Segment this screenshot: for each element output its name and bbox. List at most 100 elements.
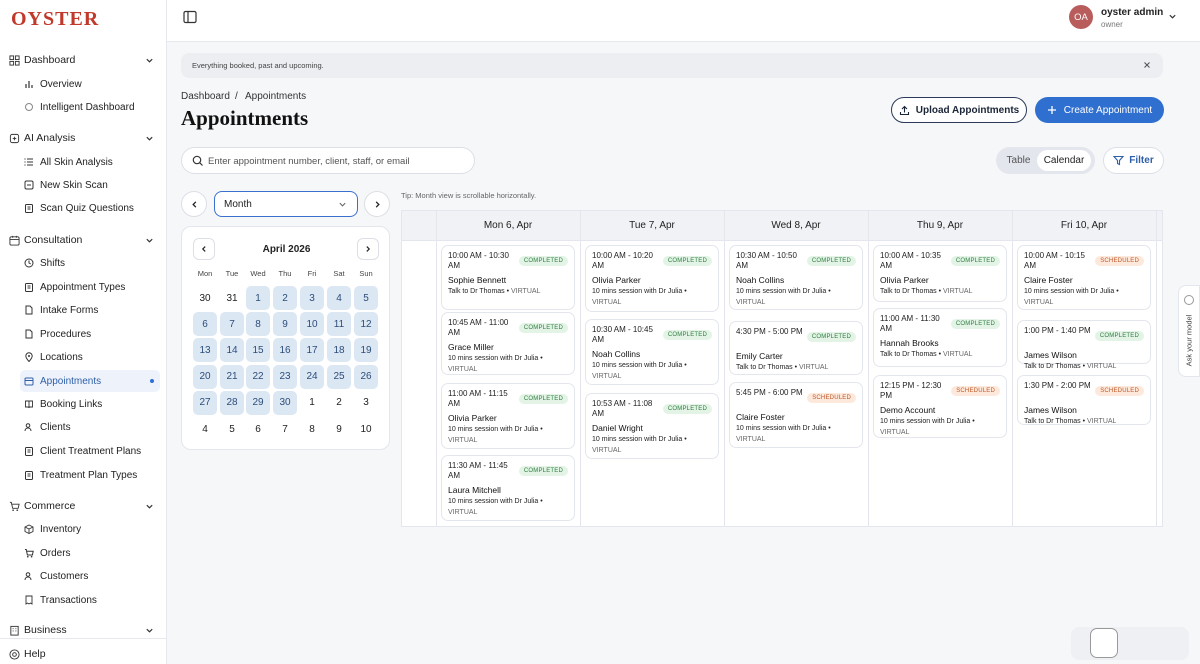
calendar-day[interactable]: 2 — [273, 286, 297, 310]
close-icon[interactable] — [1143, 61, 1151, 69]
calendar-day[interactable]: 7 — [273, 417, 297, 441]
calendar-day[interactable]: 26 — [354, 364, 378, 389]
sidebar-item-client-treatment-plans[interactable]: Client Treatment Plans — [20, 440, 160, 462]
next-range-button[interactable] — [364, 191, 390, 217]
calendar-day[interactable]: 1 — [300, 391, 324, 415]
breadcrumb-dashboard[interactable]: Dashboard — [181, 91, 230, 102]
calendar-day[interactable]: 1 — [246, 286, 270, 310]
appointment-card[interactable]: 11:00 AM - 11:30 AM COMPLETED Hannah Brook… — [873, 308, 1007, 367]
sidebar-item-inventory[interactable]: Inventory — [20, 518, 160, 540]
sidebar-item-new-skin-scan[interactable]: New Skin Scan — [20, 174, 160, 196]
search-input[interactable] — [208, 153, 468, 169]
calendar-day[interactable]: 19 — [354, 338, 378, 363]
sidebar-item-overview[interactable]: Overview — [20, 73, 160, 95]
appointment-card[interactable]: 10:30 AM - 10:50 AM COMPLETED Noah Collins… — [729, 245, 863, 310]
calendar-day[interactable]: 14 — [220, 338, 244, 363]
calendar-day[interactable]: 18 — [327, 338, 351, 363]
ask-your-model-tab[interactable]: Ask your model — [1178, 285, 1200, 377]
sidebar-item-shifts[interactable]: Shifts — [20, 252, 160, 274]
filter-button[interactable]: Filter — [1103, 147, 1164, 174]
appointment-card[interactable]: 1:30 PM - 2:00 PM SCHEDULED James Wilson Ta… — [1017, 375, 1151, 425]
sidebar-item-intake-forms[interactable]: Intake Forms — [20, 299, 160, 321]
appointment-card[interactable]: 4:30 PM - 5:00 PM COMPLETED Emily Carter Ta… — [729, 321, 863, 375]
widget-handle[interactable] — [1090, 628, 1118, 658]
calendar-day[interactable]: 6 — [193, 312, 217, 337]
calendar-day[interactable]: 31 — [220, 286, 244, 310]
calendar-day[interactable]: 29 — [246, 390, 270, 415]
calendar-day[interactable]: 7 — [220, 312, 244, 337]
user-name[interactable]: oyster admin — [1101, 7, 1163, 18]
calendar-day[interactable]: 5 — [220, 417, 244, 441]
calendar-day[interactable]: 25 — [327, 364, 351, 389]
sidebar-item-transactions[interactable]: Transactions — [20, 589, 160, 611]
sidebar-item-orders[interactable]: Orders — [20, 542, 160, 564]
avatar[interactable]: OA — [1069, 5, 1093, 29]
calendar-day[interactable]: 4 — [193, 417, 217, 441]
sidebar-item-appointments[interactable]: Appointments — [20, 370, 160, 392]
appointment-card[interactable]: 10:00 AM - 10:30 AM COMPLETED Sophie Benne… — [441, 245, 575, 310]
appointment-card[interactable]: 10:45 AM - 11:00 AM COMPLETED Grace Miller… — [441, 312, 575, 375]
calendar-day[interactable]: 4 — [327, 286, 351, 310]
sidebar-item-locations[interactable]: Locations — [20, 346, 160, 368]
calendar-day[interactable]: 23 — [273, 364, 297, 389]
appointment-card[interactable]: 1:00 PM - 1:40 PM COMPLETED James Wilson Ta… — [1017, 320, 1151, 370]
sidebar-item-booking-links[interactable]: Booking Links — [20, 393, 160, 415]
calendar-day[interactable]: 2 — [327, 391, 351, 415]
view-option-calendar[interactable]: Calendar — [1037, 150, 1091, 171]
appointment-card[interactable]: 10:00 AM - 10:15 AM SCHEDULED Claire Foste… — [1017, 245, 1151, 310]
appointment-card[interactable]: 11:00 AM - 11:15 AM COMPLETED Olivia Parke… — [441, 383, 575, 449]
appointment-card[interactable]: 10:00 AM - 10:35 AM COMPLETED Olivia Parke… — [873, 245, 1007, 302]
calendar-day[interactable]: 9 — [327, 417, 351, 441]
calendar-day[interactable]: 15 — [246, 338, 270, 363]
sidebar-toggle-icon[interactable] — [183, 10, 197, 24]
calendar-day[interactable]: 22 — [246, 364, 270, 389]
appointment-card[interactable]: 12:15 PM - 12:30 PM SCHEDULED Demo Account… — [873, 375, 1007, 438]
calendar-day[interactable]: 30 — [193, 286, 217, 310]
calendar-day[interactable]: 3 — [354, 391, 378, 415]
calendar-day[interactable]: 10 — [354, 417, 378, 441]
nav-section-ai-analysis[interactable]: AI Analysis — [0, 127, 166, 149]
app-logo[interactable]: OYSTER — [11, 8, 99, 31]
calendar-day[interactable]: 24 — [300, 364, 324, 389]
calendar-day[interactable]: 30 — [273, 390, 297, 415]
view-option-table[interactable]: Table — [1000, 150, 1037, 171]
calendar-day[interactable]: 12 — [354, 312, 378, 337]
calendar-day[interactable]: 5 — [354, 286, 378, 310]
nav-section-consultation[interactable]: Consultation — [0, 229, 166, 251]
sidebar-item-intelligent-dashboard[interactable]: Intelligent Dashboard — [20, 96, 160, 118]
calendar-day[interactable]: 3 — [300, 286, 324, 310]
nav-help[interactable]: Help — [0, 643, 166, 664]
calendar-day[interactable]: 8 — [246, 312, 270, 337]
range-select[interactable]: Month — [214, 191, 358, 217]
calendar-day[interactable]: 11 — [327, 312, 351, 337]
calendar-day[interactable]: 13 — [193, 338, 217, 363]
previous-range-button[interactable] — [181, 191, 207, 217]
appointment-card[interactable]: 10:00 AM - 10:20 AM COMPLETED Olivia Parke… — [585, 245, 719, 312]
floating-widget[interactable] — [1071, 627, 1189, 660]
nav-section-commerce[interactable]: Commerce — [0, 495, 166, 517]
calendar-day[interactable]: 28 — [220, 390, 244, 415]
sidebar-item-customers[interactable]: Customers — [20, 565, 160, 587]
sidebar-item-all-skin-analysis[interactable]: All Skin Analysis — [20, 151, 160, 173]
sidebar-item-clients[interactable]: Clients — [20, 416, 160, 438]
sidebar-item-scan-quiz-questions[interactable]: Scan Quiz Questions — [20, 197, 160, 219]
calendar-day[interactable]: 10 — [300, 312, 324, 337]
sidebar-item-appointment-types[interactable]: Appointment Types — [20, 276, 160, 298]
nav-section-dashboard[interactable]: Dashboard — [0, 49, 166, 71]
create-appointment-button[interactable]: Create Appointment — [1035, 97, 1164, 123]
mini-calendar-next-button[interactable] — [357, 238, 379, 260]
calendar-day[interactable]: 17 — [300, 338, 324, 363]
appointment-card[interactable]: 10:53 AM - 11:08 AM COMPLETED Daniel Wrigh… — [585, 393, 719, 459]
calendar-day[interactable]: 27 — [193, 390, 217, 415]
upload-appointments-button[interactable]: Upload Appointments — [891, 97, 1027, 123]
calendar-day[interactable]: 21 — [220, 364, 244, 389]
calendar-day[interactable]: 9 — [273, 312, 297, 337]
chevron-down-icon[interactable] — [1168, 12, 1177, 21]
sidebar-item-treatment-plan-types[interactable]: Treatment Plan Types — [20, 464, 160, 486]
calendar-day[interactable]: 20 — [193, 364, 217, 389]
calendar-day[interactable]: 8 — [300, 417, 324, 441]
appointment-card[interactable]: 5:45 PM - 6:00 PM SCHEDULED Claire Foster 1… — [729, 382, 863, 448]
sidebar-item-procedures[interactable]: Procedures — [20, 323, 160, 345]
appointment-card[interactable]: 11:30 AM - 11:45 AM COMPLETED Laura Mitche… — [441, 455, 575, 521]
calendar-day[interactable]: 16 — [273, 338, 297, 363]
